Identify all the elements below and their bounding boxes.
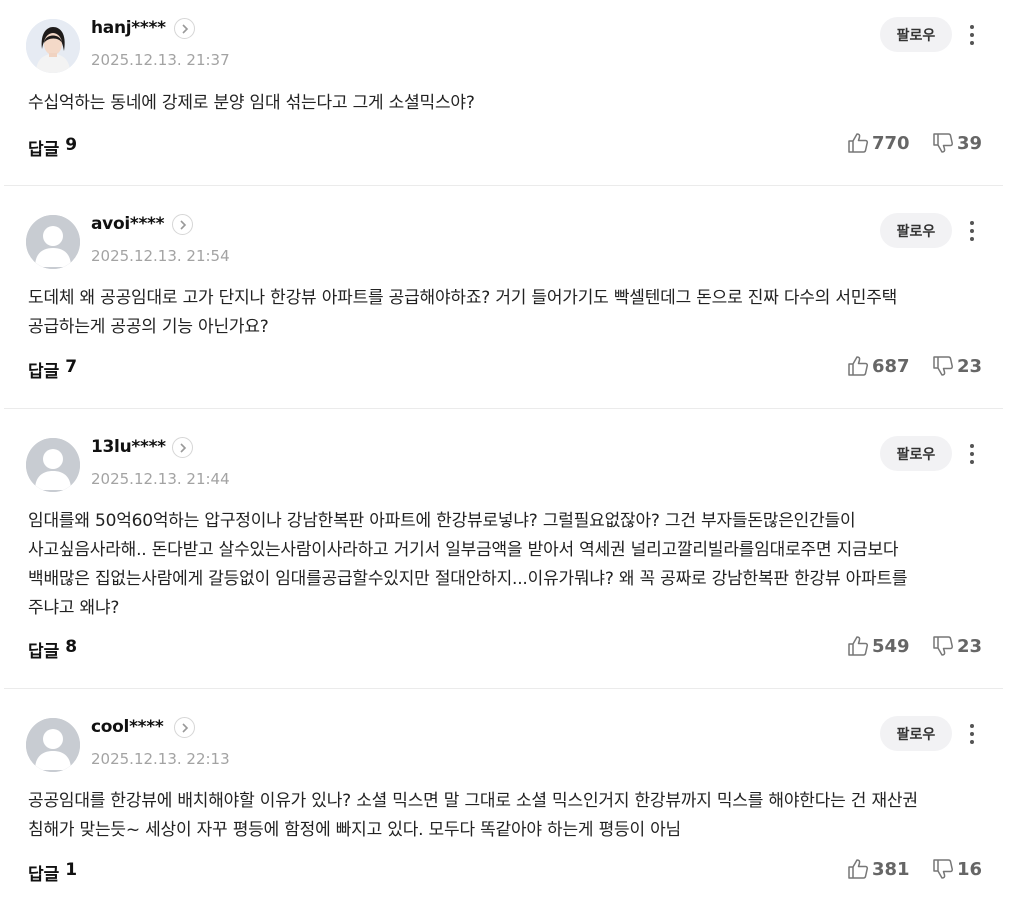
dislike-count: 23 <box>957 355 983 377</box>
profile-chevron-icon[interactable] <box>174 18 195 39</box>
like-count: 687 <box>872 355 910 377</box>
like-count: 549 <box>872 635 910 657</box>
more-options-icon[interactable] <box>962 216 982 246</box>
comment-date: 2025.12.13. 21:44 <box>91 470 230 488</box>
comment-item: avoi**** 2025.12.13. 21:54 팔로우 도데체 왜 공공임… <box>4 196 1003 408</box>
comment-date: 2025.12.13. 21:54 <box>91 247 230 265</box>
avatar[interactable] <box>26 215 80 269</box>
comment-item: cool**** 2025.12.13. 22:13 팔로우 공공임대를 한강뷰… <box>4 699 1003 910</box>
like-button[interactable]: 381 <box>847 858 910 880</box>
divider <box>4 408 1003 409</box>
thumbs-up-icon <box>848 356 869 376</box>
divider <box>4 688 1003 689</box>
thumbs-down-icon <box>933 356 954 376</box>
thumbs-up-icon <box>848 859 869 879</box>
reply-button[interactable]: 답글 8 <box>28 637 77 662</box>
reply-count: 8 <box>65 637 78 657</box>
user-nickname[interactable]: cool**** <box>91 717 164 737</box>
comment-text: 수십억하는 동네에 강제로 분양 임대 섞는다고 그게 소셜믹스야? <box>28 93 475 113</box>
more-options-icon[interactable] <box>962 20 982 50</box>
reply-label: 답글 <box>28 642 60 662</box>
reply-label: 답글 <box>28 140 60 160</box>
comment-list: hanj**** 2025.12.13. 21:37 팔로우 수십억하는 동네에… <box>0 0 1023 910</box>
like-button[interactable]: 770 <box>847 132 910 154</box>
like-count: 770 <box>872 132 910 154</box>
like-button[interactable]: 549 <box>847 635 910 657</box>
avatar[interactable] <box>26 19 80 73</box>
divider <box>4 185 1003 186</box>
more-options-icon[interactable] <box>962 439 982 469</box>
dislike-count: 16 <box>957 858 983 880</box>
user-nickname[interactable]: hanj**** <box>91 18 166 38</box>
more-options-icon[interactable] <box>962 719 982 749</box>
follow-button[interactable]: 팔로우 <box>880 213 952 248</box>
dislike-button[interactable]: 16 <box>932 858 982 880</box>
comment-text: 공공임대를 한강뷰에 배치해야할 이유가 있나? 소셜 믹스면 말 그대로 소셜… <box>28 791 918 840</box>
user-nickname[interactable]: avoi**** <box>91 214 165 234</box>
reply-count: 9 <box>65 135 78 155</box>
thumbs-up-icon <box>848 133 869 153</box>
profile-chevron-icon[interactable] <box>174 717 195 738</box>
profile-chevron-icon[interactable] <box>172 214 193 235</box>
reply-label: 답글 <box>28 362 60 382</box>
like-count: 381 <box>872 858 910 880</box>
comment-text: 도데체 왜 공공임대로 고가 단지나 한강뷰 아파트를 공급해야하죠? 거기 들… <box>28 288 898 337</box>
follow-button[interactable]: 팔로우 <box>880 17 952 52</box>
reply-button[interactable]: 답글 9 <box>28 135 77 160</box>
reply-button[interactable]: 답글 1 <box>28 860 77 885</box>
reply-button[interactable]: 답글 7 <box>28 357 77 382</box>
comment-text: 임대를왜 50억60억하는 압구정이나 강남한복판 아파트에 한강뷰로넣냐? 그… <box>28 511 908 618</box>
follow-button[interactable]: 팔로우 <box>880 716 952 751</box>
dislike-count: 39 <box>957 132 983 154</box>
comment-item: hanj**** 2025.12.13. 21:37 팔로우 수십억하는 동네에… <box>4 0 1003 185</box>
avatar[interactable] <box>26 718 80 772</box>
dislike-button[interactable]: 39 <box>932 132 982 154</box>
comment-date: 2025.12.13. 22:13 <box>91 750 230 768</box>
thumbs-up-icon <box>848 636 869 656</box>
thumbs-down-icon <box>933 133 954 153</box>
like-button[interactable]: 687 <box>847 355 910 377</box>
comment-item: 13lu**** 2025.12.13. 21:44 팔로우 임대를왜 50억6… <box>4 419 1003 688</box>
dislike-count: 23 <box>957 635 983 657</box>
dislike-button[interactable]: 23 <box>932 635 982 657</box>
thumbs-down-icon <box>933 636 954 656</box>
reply-count: 1 <box>65 860 78 880</box>
follow-button[interactable]: 팔로우 <box>880 436 952 471</box>
reply-label: 답글 <box>28 865 60 885</box>
avatar[interactable] <box>26 438 80 492</box>
comment-date: 2025.12.13. 21:37 <box>91 51 230 69</box>
user-nickname[interactable]: 13lu**** <box>91 437 166 457</box>
dislike-button[interactable]: 23 <box>932 355 982 377</box>
profile-chevron-icon[interactable] <box>172 437 193 458</box>
reply-count: 7 <box>65 357 78 377</box>
thumbs-down-icon <box>933 859 954 879</box>
